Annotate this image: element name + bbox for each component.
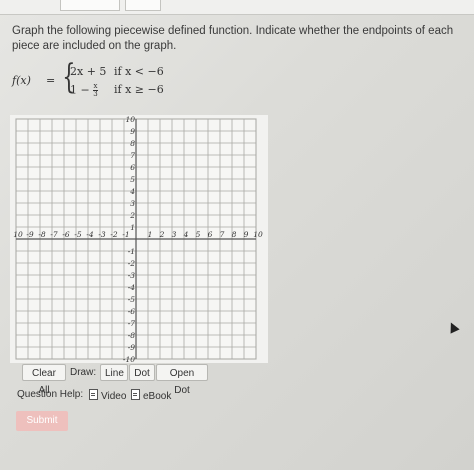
- mouse-cursor-icon: [446, 320, 460, 334]
- piece1-condition: if x < −6: [114, 65, 164, 78]
- x-tick-label: -2: [110, 230, 118, 239]
- video-doc-icon: [89, 389, 98, 400]
- formula-lhs: f(x): [12, 74, 31, 87]
- y-tick-label: -6: [128, 307, 136, 316]
- submit-button[interactable]: Submit: [16, 411, 68, 431]
- x-tick-label: -5: [74, 230, 82, 239]
- piecewise-formula: f(x) = { 2x + 5 if x < −6 1 − x 3 if x ≥…: [12, 60, 212, 99]
- x-tick-label: 4: [183, 230, 189, 239]
- x-tick-label: 9: [244, 230, 249, 239]
- y-tick-label: -8: [128, 331, 136, 340]
- y-tick-label: -2: [128, 259, 136, 268]
- x-tick-label: -4: [86, 230, 94, 239]
- x-tick-label: 10: [13, 230, 23, 239]
- x-tick-label: -1: [122, 230, 129, 239]
- piece2-fraction: x 3: [93, 83, 98, 98]
- y-tick-label: 2: [129, 211, 135, 220]
- question-help-label: Question Help:: [17, 389, 84, 400]
- ebook-doc-icon: [131, 389, 140, 400]
- piece2-expression: 1 − x 3: [70, 83, 98, 98]
- page: Graph the following piecewise defined fu…: [0, 0, 474, 470]
- x-tick-label: -8: [38, 230, 46, 239]
- x-tick-label: -9: [26, 230, 34, 239]
- graph-canvas[interactable]: 10 -9 -8 -7 -6 -5 -4 -3 -2 -1 1 2 3 4 5 6 7 8 9 10 10 9 8 7 6 5 4 3…: [10, 115, 268, 363]
- y-tick-label: -9: [128, 343, 136, 352]
- graph-grid[interactable]: 10 -9 -8 -7 -6 -5 -4 -3 -2 -1 1 2 3 4 5 6 7 8 9 10109876543…: [10, 115, 268, 363]
- question-text: Graph the following piecewise defined fu…: [12, 25, 454, 52]
- dot-tool-button[interactable]: Dot: [129, 364, 155, 381]
- x-tick-label: 7: [220, 230, 225, 239]
- y-tick-label: -7: [128, 319, 136, 328]
- x-tick-label: -6: [62, 230, 70, 239]
- y-tick-label: -4: [128, 283, 136, 292]
- piece1-expression: 2x + 5: [70, 65, 107, 78]
- y-tick-label: 3: [130, 199, 135, 208]
- x-tick-label: 3: [172, 230, 177, 239]
- y-tick-label: -10: [123, 355, 135, 363]
- x-tick-label: 1: [148, 230, 153, 239]
- y-tick-label: -3: [128, 271, 136, 280]
- x-tick-label: 10: [253, 230, 263, 239]
- y-tick-label: 9: [130, 127, 135, 136]
- piece2-condition: if x ≥ −6: [114, 83, 164, 96]
- video-link[interactable]: Video: [89, 389, 126, 402]
- question-help: Question Help: Video eBook: [17, 389, 217, 403]
- clear-all-button[interactable]: Clear All: [22, 364, 66, 396]
- x-tick-label: -3: [98, 230, 106, 239]
- y-tick-label: 10: [125, 115, 135, 124]
- y-tick-label: 1: [130, 223, 135, 232]
- x-tick-label: 2: [159, 230, 165, 239]
- x-tick-label: -7: [50, 230, 58, 239]
- ebook-link[interactable]: eBook: [131, 389, 171, 402]
- y-tick-label: 6: [130, 163, 135, 172]
- y-tick-label: 7: [130, 151, 135, 160]
- y-tick-label: 5: [130, 175, 135, 184]
- video-label: Video: [101, 391, 127, 402]
- y-tick-label: 8: [130, 139, 135, 148]
- x-tick-label: 6: [208, 230, 213, 239]
- top-strip: [0, 0, 474, 15]
- line-tool-button[interactable]: Line: [100, 364, 128, 381]
- y-tick-label: -1: [128, 247, 135, 256]
- top-tab-1[interactable]: [60, 0, 120, 11]
- open-dot-tool-button[interactable]: Open Dot: [156, 364, 208, 396]
- x-tick-label: 8: [232, 230, 237, 239]
- formula-equals: =: [46, 74, 56, 87]
- piece2-lead: 1 −: [70, 83, 90, 97]
- ebook-label: eBook: [143, 391, 172, 402]
- draw-label: Draw:: [70, 367, 97, 378]
- top-tab-2[interactable]: [125, 0, 161, 11]
- fraction-denominator: 3: [93, 90, 98, 98]
- y-tick-label: -5: [128, 295, 136, 304]
- y-tick-label: 4: [129, 187, 135, 196]
- x-tick-label: 5: [196, 230, 201, 239]
